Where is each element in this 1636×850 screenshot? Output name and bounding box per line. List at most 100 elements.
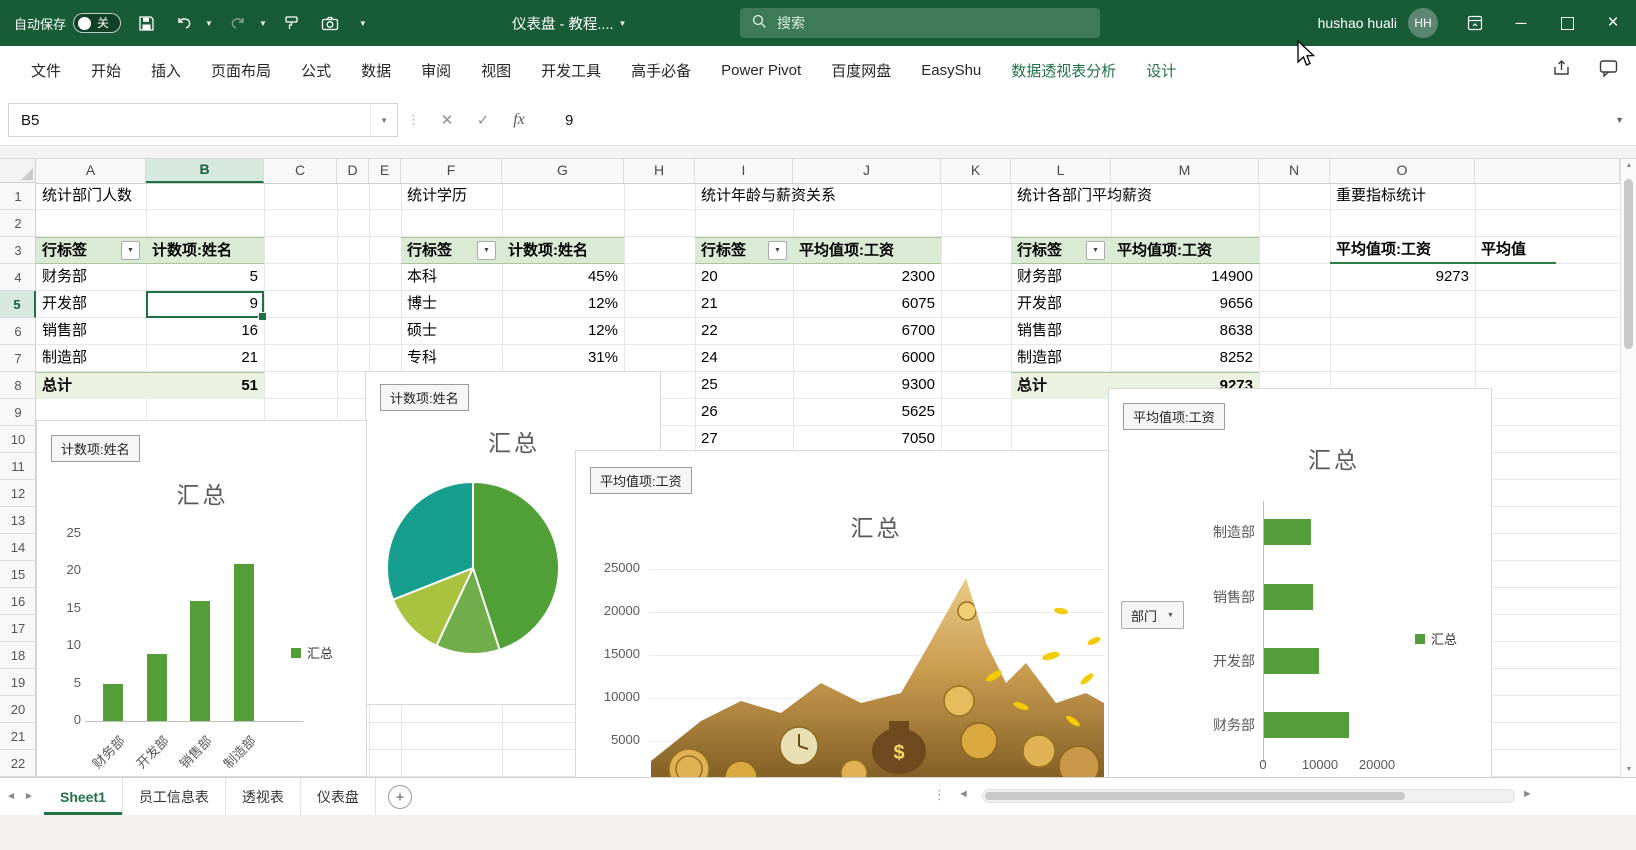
column-header-partial[interactable] [1475, 157, 1620, 183]
cell-L8[interactable]: 总计 [1011, 372, 1111, 399]
cell-G3[interactable]: 计数项:姓名 [502, 237, 624, 264]
dept-filter-button[interactable]: 部门 ▼ [1121, 601, 1184, 629]
sheet-tab-仪表盘[interactable]: 仪表盘 [300, 778, 376, 815]
quick-access-more-icon[interactable]: ▼ [359, 19, 367, 28]
cell-F7[interactable]: 专科 [401, 345, 502, 372]
cell-L3[interactable]: 行标签 ▼ [1011, 237, 1111, 264]
ribbon-tab-插入[interactable]: 插入 [136, 46, 196, 95]
column-header-N[interactable]: N [1259, 157, 1330, 183]
cell-J6[interactable]: 6700 [793, 318, 941, 345]
cell-M4[interactable]: 14900 [1111, 264, 1259, 291]
undo-caret-icon[interactable]: ▼ [205, 19, 213, 28]
cell-I8[interactable]: 25 [695, 372, 793, 399]
row-header-12[interactable]: 12 [0, 480, 36, 507]
search-box[interactable]: 搜索 [740, 8, 1100, 38]
filter-dropdown-button[interactable]: ▼ [1086, 241, 1105, 260]
cell-I10[interactable]: 27 [695, 426, 793, 453]
row-header-18[interactable]: 18 [0, 642, 36, 669]
cell-A6[interactable]: 销售部 [36, 318, 146, 345]
cell-A5[interactable]: 开发部 [36, 291, 146, 318]
cell-I3[interactable]: 行标签 ▼ [695, 237, 793, 264]
ribbon-tab-Power Pivot[interactable]: Power Pivot [706, 46, 816, 95]
chart-legend[interactable]: 汇总 [1415, 629, 1457, 648]
maximize-button[interactable] [1544, 0, 1590, 46]
chart-legend[interactable]: 汇总 [291, 643, 333, 662]
horizontal-scrollbar[interactable] [982, 789, 1515, 803]
name-box-caret-icon[interactable]: ▼ [370, 104, 397, 136]
cell-J10[interactable]: 7050 [793, 426, 941, 453]
ribbon-tab-百度网盘[interactable]: 百度网盘 [816, 46, 906, 95]
ribbon-tab-高手必备[interactable]: 高手必备 [616, 46, 706, 95]
ribbon-tab-数据[interactable]: 数据 [346, 46, 406, 95]
redo-icon[interactable] [225, 10, 251, 36]
sheet-nav-left-icon[interactable]: ◄ [6, 778, 16, 815]
row-header-7[interactable]: 7 [0, 345, 36, 372]
cell-F4[interactable]: 本科 [401, 264, 502, 291]
hscroll-right-icon[interactable]: ► [1522, 788, 1533, 800]
cell-O3[interactable]: 平均值项:工资 [1330, 237, 1475, 264]
cell-M6[interactable]: 8638 [1111, 318, 1259, 345]
cell-L4[interactable]: 财务部 [1011, 264, 1111, 291]
cell-L7[interactable]: 制造部 [1011, 345, 1111, 372]
cell-O1[interactable]: 重要指标统计 [1330, 183, 1432, 210]
close-button[interactable]: × [1590, 0, 1636, 46]
hscroll-left-icon[interactable]: ◄ [958, 788, 969, 800]
column-header-G[interactable]: G [502, 157, 624, 183]
column-header-B[interactable]: B [146, 157, 264, 183]
ribbon-display-options-icon[interactable] [1452, 0, 1498, 46]
new-sheet-button[interactable]: + [388, 785, 412, 809]
column-header-H[interactable]: H [624, 157, 695, 183]
cell-L1[interactable]: 统计各部门平均薪资 [1011, 183, 1158, 210]
formula-input[interactable]: 9 [565, 112, 573, 129]
cell-J9[interactable]: 5625 [793, 399, 941, 426]
column-header-C[interactable]: C [264, 157, 337, 183]
cell-J8[interactable]: 9300 [793, 372, 941, 399]
cell-B8[interactable]: 51 [146, 372, 264, 399]
row-header-16[interactable]: 16 [0, 588, 36, 615]
cell-F1[interactable]: 统计学历 [401, 183, 473, 210]
row-header-13[interactable]: 13 [0, 507, 36, 534]
dept-count-column-chart[interactable]: 计数项:姓名 汇总 25 20 15 10 5 0 财务部 开发部 销售部 制造部 汇总 [36, 420, 367, 777]
cell-L6[interactable]: 销售部 [1011, 318, 1111, 345]
cell-I9[interactable]: 26 [695, 399, 793, 426]
cell-I5[interactable]: 21 [695, 291, 793, 318]
cell-P3[interactable]: 平均值 [1475, 237, 1556, 264]
fill-handle[interactable] [258, 312, 267, 321]
column-header-A[interactable]: A [36, 157, 146, 183]
row-header-21[interactable]: 21 [0, 723, 36, 750]
row-header-15[interactable]: 15 [0, 561, 36, 588]
cell-G5[interactable]: 12% [502, 291, 624, 318]
tab-scroll-divider[interactable]: ⋮ [933, 787, 946, 803]
vscroll-down-icon[interactable]: ▼ [1621, 761, 1636, 777]
column-header-O[interactable]: O [1330, 157, 1475, 183]
filter-dropdown-button[interactable]: ▼ [768, 241, 787, 260]
insert-function-button[interactable]: fx [501, 111, 537, 129]
salary-by-age-area-chart[interactable]: 平均值项:工资 汇总 25000 20000 15000 10000 5000 [575, 450, 1110, 790]
confirm-entry-icon[interactable]: ✓ [465, 111, 501, 129]
formula-bar-drag-handle[interactable]: ⋮ [407, 112, 420, 128]
cell-F3[interactable]: 行标签 ▼ [401, 237, 502, 264]
cell-G6[interactable]: 12% [502, 318, 624, 345]
cell-J4[interactable]: 2300 [793, 264, 941, 291]
cell-B7[interactable]: 21 [146, 345, 264, 372]
dept-salary-bar-chart[interactable]: 平均值项:工资 汇总 部门 ▼ 制造部 销售部 开发部 财务部 0 10000 20000 … [1108, 388, 1492, 789]
cell-B3[interactable]: 计数项:姓名 [146, 237, 264, 264]
cell-I1[interactable]: 统计年龄与薪资关系 [695, 183, 842, 210]
cell-G4[interactable]: 45% [502, 264, 624, 291]
column-header-E[interactable]: E [369, 157, 401, 183]
format-painter-icon[interactable] [279, 10, 305, 36]
cell-A8[interactable]: 总计 [36, 372, 146, 399]
row-header-2[interactable]: 2 [0, 210, 36, 237]
column-header-I[interactable]: I [695, 157, 793, 183]
share-icon[interactable] [1552, 59, 1571, 82]
column-header-F[interactable]: F [401, 157, 502, 183]
cell-I7[interactable]: 24 [695, 345, 793, 372]
autosave-toggle[interactable]: 关 [73, 13, 122, 33]
pivot-field-button[interactable]: 计数项:姓名 [51, 435, 140, 462]
row-header-5[interactable]: 5 [0, 291, 36, 318]
selected-cell-outline[interactable] [146, 291, 267, 321]
ribbon-tab-审阅[interactable]: 审阅 [406, 46, 466, 95]
save-icon[interactable] [133, 10, 159, 36]
minimize-button[interactable]: ─ [1498, 0, 1544, 46]
undo-icon[interactable] [171, 10, 197, 36]
